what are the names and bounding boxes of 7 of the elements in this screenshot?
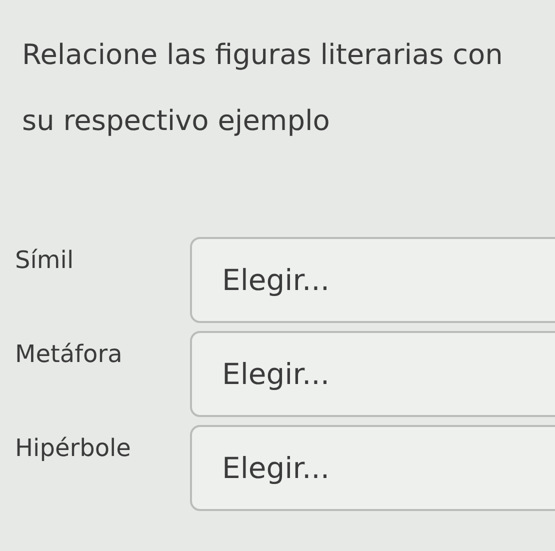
question-text: Relacione las figuras literarias con su respectivo ejemplo <box>22 37 504 139</box>
term-label: Símil <box>14 245 75 274</box>
term-label: Metáfora <box>14 339 124 368</box>
term-label: Hipérbole <box>14 433 132 462</box>
choice-dropdown[interactable]: Elegir... <box>190 237 555 323</box>
choice-dropdown[interactable]: Elegir... <box>190 331 555 417</box>
choice-dropdown[interactable]: Elegir... <box>190 425 555 511</box>
